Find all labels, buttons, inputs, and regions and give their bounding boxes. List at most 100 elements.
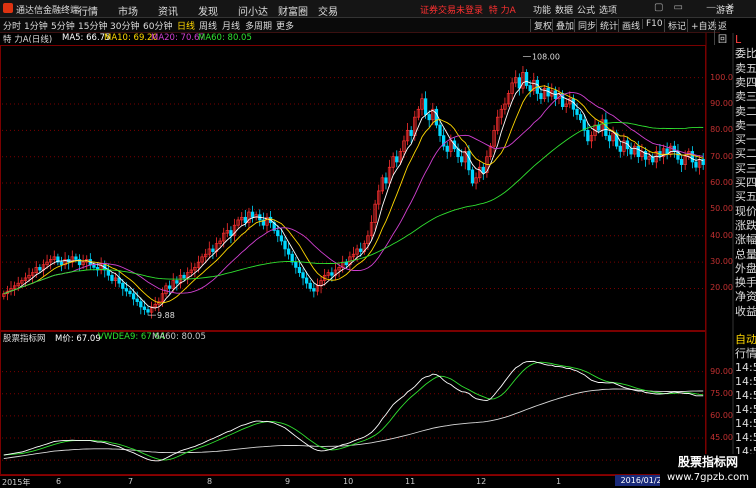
candle-down [59,261,64,266]
candle-down [283,240,287,250]
candle-down [539,93,543,100]
high-price-label: 108.00 [532,53,560,62]
candle-down [481,166,485,173]
sidebar-tick-label: 行情 [735,347,756,360]
sidebar-tick-label: 14:5 [735,375,756,388]
candle-down [312,288,316,292]
candle-down [470,169,475,184]
candle-down [304,277,309,284]
watermark: 股票指标网 www.7gpzb.com [660,454,756,487]
candle-down [211,248,215,252]
sidebar-label: 买三 [735,161,756,175]
candle-down [106,269,111,276]
month-label: 2015年 [2,478,31,487]
candle-down [434,108,439,126]
candle-down [92,264,96,268]
candle-down [301,272,305,279]
sidebar-tick-label: 14:5 [735,403,756,416]
sidebar-label: 涨幅 [735,233,756,247]
price-tick-label: 90.00 [710,98,733,108]
candle-down [229,230,233,237]
candle-down [618,145,622,152]
candle-down [344,261,348,266]
candle-down [243,216,247,223]
price-tick-label: 60.00 [710,178,733,188]
price-tick-label: 100.0 [710,72,733,82]
candle-down [445,145,449,152]
candle-down [297,267,302,274]
candle-down [427,114,431,121]
candle-down [294,261,298,268]
main-frame [0,45,706,331]
month-label: 12 [476,477,487,486]
candle-down [276,230,280,237]
indicator-tick-label: 75.00 [710,388,733,398]
candle-down [135,298,139,302]
candle-down [694,161,698,168]
month-label: 1 [556,477,562,486]
candle-down [467,151,471,171]
candle-down [690,151,695,163]
candle-down [139,301,143,308]
sidebar-label: L [735,33,742,46]
candle-down [146,309,150,313]
sidebar-label: 卖一 [735,118,756,132]
month-label: 7 [128,477,134,486]
indicator-tick-label: 90.00 [710,366,733,376]
candle-down [604,119,608,136]
price-tick-label: 50.00 [710,204,733,214]
sidebar-label: 买四 [735,176,756,189]
price-tick-label: 70.00 [710,151,733,161]
candle-down [438,124,442,136]
sidebar-label: 总量 [735,247,756,261]
candle-down [528,85,532,92]
indicator-ma60-line [3,388,704,460]
price-tick-label: 40.00 [710,230,733,240]
sidebar-tick-label: 14:5 [735,417,756,430]
price-tick-label: 80.00 [710,125,733,135]
candle-down [142,306,147,310]
candle-down [636,145,640,158]
candle-down [629,148,633,155]
candle-down [524,72,529,86]
candle-down [679,158,684,165]
sidebar-tick-label: 14:5 [735,431,756,444]
candle-down [110,274,114,281]
sub-frame [0,331,706,475]
candle-down [182,274,186,279]
sidebar-label: 买一 [735,133,756,147]
low-price-label: 9.88 [157,311,175,320]
price-tick-label: 30.00 [710,257,733,267]
sidebar-label: 卖五 [735,61,756,75]
candle-down [423,98,428,115]
watermark-title: 股票指标网 [677,455,738,469]
candle-down [517,77,521,89]
candle-down [384,177,388,184]
candle-down [596,124,601,131]
candle-down [250,211,255,218]
candle-down [395,156,399,163]
candle-down [128,290,132,295]
sidebar-tick-label: 自动 [735,333,756,346]
sidebar-label: 卖二 [735,104,756,118]
indicator-tick-label: 60.00 [710,410,733,420]
sidebar-label: 收益 [735,304,756,318]
candle-down [74,256,78,260]
sidebar-label: 买五 [735,190,756,204]
sidebar-tick-label: 14:5 [735,361,756,374]
kline-chart[interactable]: 108.00 9.88 [0,0,734,475]
sidebar-label: 买二 [735,147,756,161]
candle-down [460,156,464,163]
month-label: 10 [343,477,354,486]
sidebar-label: 外盘 [735,261,756,275]
watermark-url: www.7gpzb.com [667,472,749,483]
candle-down [124,288,129,292]
candle-down [578,114,583,121]
candle-down [575,108,579,115]
indicator-tick-label: 45.00 [710,433,733,443]
quote-sidebar: L 委比 卖五 卖四 卖三 卖二 卖一 买一 买二 买三 买四 买五 现价 涨跌 涨幅 总量 外盘 换手 净资 收益 … [734,33,756,473]
candle-down [330,272,334,276]
candle-down [38,267,42,271]
candle-down [121,282,125,289]
month-label: 11 [405,477,416,486]
